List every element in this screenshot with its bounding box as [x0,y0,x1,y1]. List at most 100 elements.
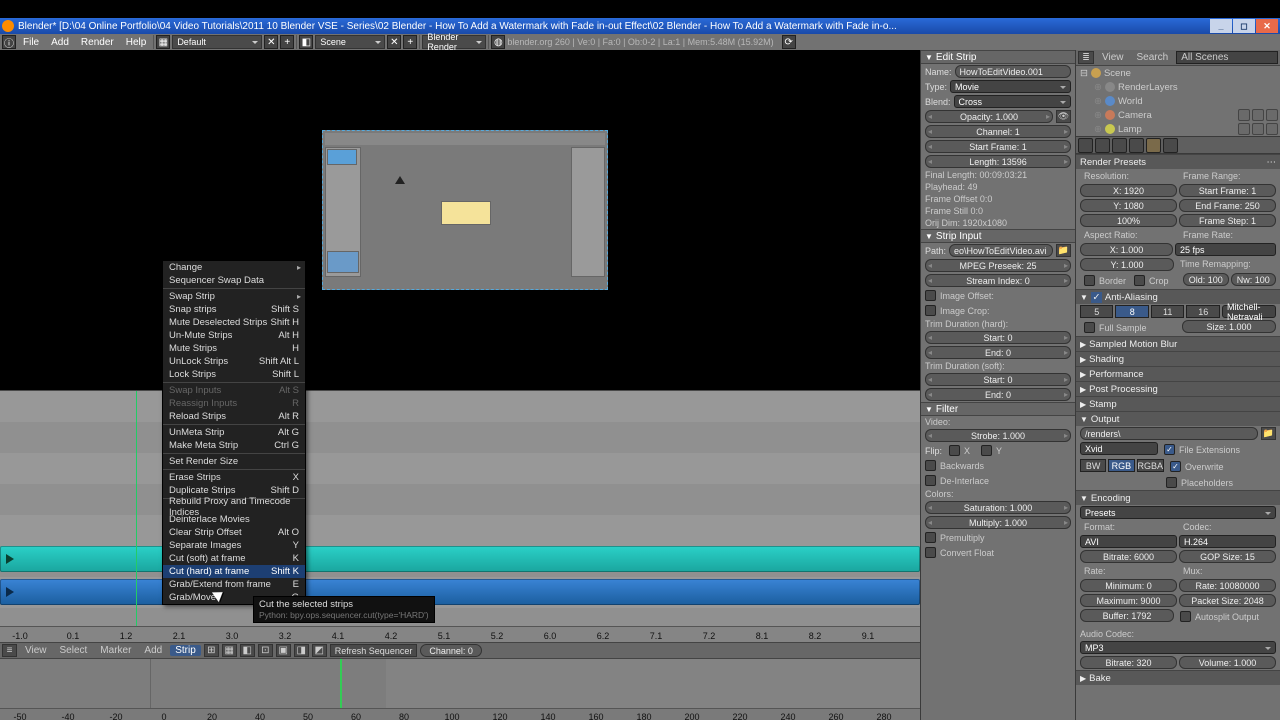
trim-hard-end[interactable]: End: 0 [925,346,1071,359]
trim-soft-end[interactable]: End: 0 [925,388,1071,401]
timeline-editor[interactable]: -50-40-200204050608010012014016018020022… [0,658,920,720]
video-strip[interactable] [0,579,920,605]
menu-item[interactable]: Lock StripsShift L [163,368,305,381]
aa-sample-tab[interactable]: 16 [1186,305,1219,318]
menu-item[interactable]: Set Render Size [163,455,305,468]
strip-input-header[interactable]: ▼Strip Input [921,229,1075,243]
buffer-field[interactable]: Buffer: 1792 [1080,609,1174,622]
menu-item[interactable]: Cut (soft) at frameK [163,552,305,565]
minimize-button[interactable]: _ [1210,19,1232,33]
menu-item[interactable]: Separate ImagesY [163,539,305,552]
tab-modifier-icon[interactable] [1163,138,1178,153]
outliner-item[interactable]: ⊕RenderLayers [1076,80,1280,94]
audio-bitrate-field[interactable]: Bitrate: 320 [1080,656,1177,669]
panel-collapsed[interactable]: ▶Performance [1076,366,1280,381]
output-browse-icon[interactable]: 📁 [1261,427,1276,440]
audio-strip[interactable] [0,546,920,572]
out-menu-search[interactable]: Search [1132,52,1174,63]
volume-field[interactable]: Volume: 1.000 [1179,656,1276,669]
multiply-field[interactable]: Multiply: 1.000 [925,516,1071,529]
menu-item[interactable]: Sequencer Swap Data [163,274,305,287]
fps-dropdown[interactable]: 25 fps [1175,243,1276,256]
aa-sample-tab[interactable]: 8 [1115,305,1148,318]
menu-help[interactable]: Help [121,37,152,48]
tab-object-icon[interactable] [1129,138,1144,153]
border-check[interactable] [1084,275,1095,286]
timeline-ruler[interactable]: -50-40-200204050608010012014016018020022… [0,708,920,720]
scene-add-icon[interactable]: + [403,35,417,49]
tab-world-icon[interactable] [1112,138,1127,153]
preseek-field[interactable]: MPEG Preseek: 25 [925,259,1071,272]
seq-menu-view[interactable]: View [20,645,52,656]
rgba-tab[interactable]: RGBA [1137,459,1165,472]
playhead[interactable] [136,391,137,626]
full-sample-check[interactable] [1084,322,1095,333]
render-presets-header[interactable]: Render Presets⋯ [1076,154,1280,169]
layout-dropdown[interactable]: Default [172,35,262,49]
panel-collapsed[interactable]: ▶Stamp [1076,396,1280,411]
strip-name-field[interactable]: HowToEditVideo.001 [955,65,1071,78]
menu-item[interactable]: Mute Deselected StripsShift H [163,316,305,329]
menu-item[interactable]: Change [163,261,305,274]
aa-sample-tab[interactable]: 5 [1080,305,1113,318]
tab-render-icon[interactable] [1078,138,1093,153]
rate-min-field[interactable]: Minimum: 0 [1080,579,1177,592]
tab-constraints-icon[interactable] [1146,138,1161,153]
frame-end-field[interactable]: End Frame: 250 [1179,199,1276,212]
layout-del-icon[interactable]: ✕ [264,35,278,49]
seq-toggle-7[interactable]: ◩ [312,644,327,657]
menu-item[interactable]: Erase StripsX [163,471,305,484]
menu-item[interactable]: Grab/Extend from frameE [163,578,305,591]
panel-collapsed[interactable]: ▶Post Processing [1076,381,1280,396]
opacity-mute-icon[interactable]: 👁 [1056,110,1071,123]
image-crop-check[interactable] [925,305,936,316]
res-y-field[interactable]: Y: 1080 [1080,199,1177,212]
crop-check[interactable] [1134,275,1145,286]
aa-filter-dropdown[interactable]: Mitchell-Netravali [1222,305,1276,318]
image-offset-check[interactable] [925,290,936,301]
panel-collapsed[interactable]: ▶Sampled Motion Blur [1076,336,1280,351]
flip-x-check[interactable] [949,445,960,456]
seq-menu-marker[interactable]: Marker [95,645,136,656]
menu-item[interactable]: Swap Strip [163,290,305,303]
seq-toggle-6[interactable]: ◨ [294,644,309,657]
trim-soft-start[interactable]: Start: 0 [925,373,1071,386]
scene-dropdown[interactable]: Scene [315,35,385,49]
menu-item[interactable]: Cut (hard) at frameShift K [163,565,305,578]
outliner-item[interactable]: ⊕World [1076,94,1280,108]
outliner-tree[interactable]: ⊟Scene⊕RenderLayers⊕World⊕Camera⊕Lamp [1076,66,1280,136]
layout-add-icon[interactable]: + [280,35,294,49]
output-header[interactable]: ▼Output [1076,411,1280,426]
output-path-field[interactable]: /renders\ [1080,427,1258,440]
channel-num-field[interactable]: Channel: 1 [925,125,1071,138]
editor-type-icon[interactable]: ≡ [2,644,17,657]
reload-icon[interactable]: ⟳ [782,35,796,49]
rate-max-field[interactable]: Maximum: 9000 [1080,594,1177,607]
channel-field[interactable]: Channel: 0 [420,644,482,657]
gop-field[interactable]: GOP Size: 15 [1179,550,1276,563]
file-ext-check[interactable]: ✓ [1164,444,1175,455]
globe-icon[interactable]: ◍ [491,35,505,49]
browse-icon[interactable]: 📁 [1056,244,1071,257]
seq-toggle-2[interactable]: ▦ [222,644,237,657]
menu-item[interactable]: Snap stripsShift S [163,303,305,316]
rgb-tab[interactable]: RGB [1108,459,1134,472]
frame-start-field[interactable]: Start Frame: 1 [1179,184,1276,197]
mux-rate-field[interactable]: Rate: 10080000 [1179,579,1276,592]
stream-index-field[interactable]: Stream Index: 0 [925,274,1071,287]
menu-item[interactable]: Rebuild Proxy and Timecode Indices [163,500,305,513]
outliner-item[interactable]: ⊕Camera [1076,108,1280,122]
res-pct-field[interactable]: 100% [1080,214,1177,227]
seq-toggle-3[interactable]: ◧ [240,644,255,657]
enc-presets-dropdown[interactable]: Presets [1080,506,1276,519]
outliner-item[interactable]: ⊕Lamp [1076,122,1280,136]
res-x-field[interactable]: X: 1920 [1080,184,1177,197]
start-frame-field[interactable]: Start Frame: 1 [925,140,1071,153]
sequencer-ruler[interactable]: -1.00.11.22.13.03.24.14.25.15.26.06.27.1… [0,626,920,642]
timeline-canvas[interactable] [0,659,920,708]
info-icon[interactable]: ⓘ [2,35,16,49]
menu-item[interactable]: Make Meta StripCtrl G [163,439,305,452]
scene-icon[interactable]: ◧ [299,35,313,49]
blend-dropdown[interactable]: Cross [954,95,1071,108]
format-dropdown[interactable]: Xvid [1080,442,1158,455]
